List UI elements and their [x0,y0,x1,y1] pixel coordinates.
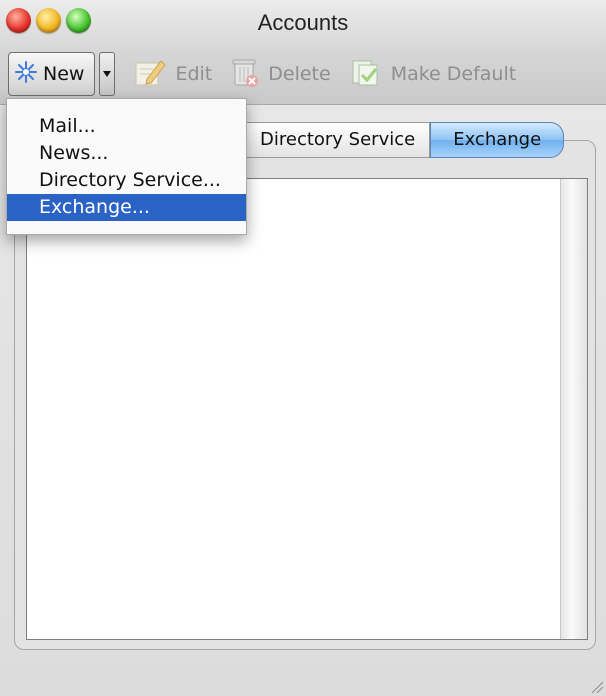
pencil-paper-icon [133,55,175,94]
delete-button-label: Delete [268,63,331,85]
edit-button-label: Edit [175,63,213,85]
accounts-list[interactable] [26,178,588,640]
make-default-button[interactable]: Make Default [349,55,517,94]
chevron-down-icon [103,71,112,77]
vertical-scrollbar[interactable] [560,179,587,639]
new-menu-dropdown-button[interactable] [99,52,116,96]
resize-grip-icon[interactable] [588,678,604,694]
menu-item-news[interactable]: News... [7,140,246,167]
new-button[interactable]: New [8,52,96,96]
menu-item-directory-service[interactable]: Directory Service... [7,167,246,194]
trash-can-icon [230,55,268,94]
tab-exchange[interactable]: Exchange [430,122,565,158]
tab-directory-service[interactable]: Directory Service [246,122,431,158]
accounts-window: Accounts New Edit Delete Make Default Di… [0,0,606,696]
sparkle-star-icon [15,61,37,87]
title-toolbar-area: Accounts New Edit Delete Make Default [0,0,606,105]
menu-item-mail[interactable]: Mail... [7,113,246,140]
new-account-menu: Mail... News... Directory Service... Exc… [6,98,247,235]
window-title: Accounts [257,10,349,35]
new-button-label: New [43,63,85,85]
documents-check-icon [349,55,391,94]
account-type-tabs: Directory Service Exchange [246,122,565,158]
delete-button[interactable]: Delete [230,55,331,94]
edit-button[interactable]: Edit [133,55,212,94]
toolbar: New Edit Delete Make Default [8,50,516,98]
make-default-button-label: Make Default [390,63,517,85]
menu-item-exchange[interactable]: Exchange... [7,194,246,221]
